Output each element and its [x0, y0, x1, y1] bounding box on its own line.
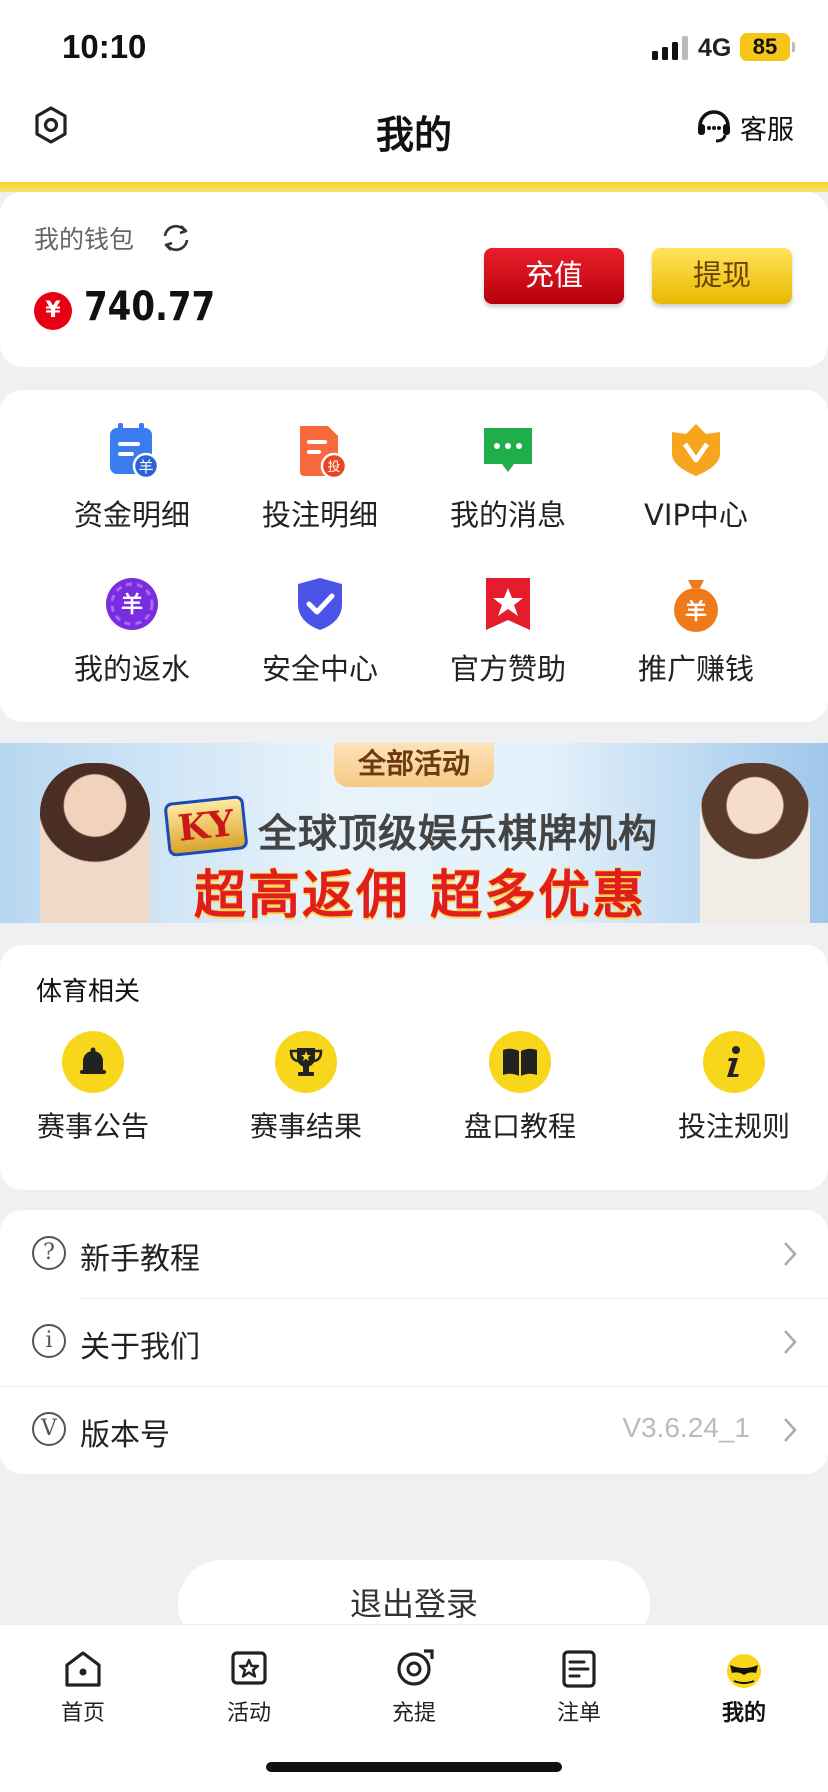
bell-icon: [62, 1031, 124, 1093]
sports-item-label: 盘口教程: [463, 1110, 576, 1143]
withdraw-button[interactable]: 提现: [652, 248, 792, 304]
sports-item-tutorial[interactable]: 盘口教程: [420, 1031, 620, 1145]
shortcut-promote-earn[interactable]: 羊 推广赚钱: [602, 574, 790, 688]
network-type: 4G: [698, 34, 732, 62]
tab-label: 活动: [226, 1701, 271, 1726]
info-icon: [703, 1031, 765, 1093]
signal-icon: [652, 36, 688, 60]
sports-item-results[interactable]: 赛事结果: [206, 1031, 406, 1145]
status-time: 10:10: [62, 28, 147, 65]
banner-slogan: 超高返佣 超多优惠: [194, 866, 647, 923]
tab-home[interactable]: 首页: [23, 1647, 143, 1727]
recharge-button[interactable]: 充值: [484, 248, 624, 304]
sports-item-label: 赛事结果: [249, 1110, 362, 1143]
banner-tag: 全部活动: [334, 743, 494, 787]
shortcuts-card: 羊 资金明细 投 投注明细 我的消息 VIP中心 羊 我的返水 安全中心 官方赞…: [0, 390, 828, 722]
tab-deposit-withdraw[interactable]: 充提: [354, 1647, 474, 1727]
sports-item-label: 投注规则: [677, 1110, 790, 1143]
shortcut-security-center[interactable]: 安全中心: [226, 574, 414, 688]
battery-icon: 85: [740, 33, 790, 61]
money-bag-icon: 羊: [674, 580, 718, 632]
yen-icon: ¥: [34, 292, 72, 330]
shortcut-label: 官方赞助: [449, 652, 566, 686]
chevron-right-icon: [782, 1416, 798, 1448]
tab-label: 充提: [391, 1701, 436, 1726]
wallet-label: 我的钱包: [34, 225, 135, 254]
svg-text:羊: 羊: [121, 592, 143, 618]
shortcut-fund-details[interactable]: 羊 资金明细: [38, 420, 226, 534]
shortcut-bet-details[interactable]: 投 投注明细: [226, 420, 414, 534]
refresh-icon[interactable]: [160, 222, 192, 258]
shortcut-label: 投注明细: [261, 498, 378, 532]
shortcut-label: VIP中心: [644, 498, 748, 532]
shortcut-sponsor[interactable]: 官方赞助: [414, 574, 602, 688]
trophy-icon: [275, 1031, 337, 1093]
list-item-version[interactable]: V 版本号 V3.6.24_1: [0, 1386, 828, 1474]
tab-mine[interactable]: 我的: [684, 1647, 804, 1727]
tab-activities[interactable]: 活动: [189, 1647, 309, 1727]
banner-headline: 全球顶级娱乐棋牌机构: [258, 812, 659, 857]
shortcut-messages[interactable]: 我的消息: [414, 420, 602, 534]
bet-details-icon: 投: [300, 426, 348, 480]
version-value: V3.6.24_1: [622, 1412, 750, 1443]
shortcut-label: 我的返水: [73, 652, 190, 686]
shortcut-label: 推广赚钱: [637, 652, 754, 686]
list-item-label: 新手教程: [80, 1242, 200, 1277]
shield-check-icon: [298, 578, 342, 630]
home-indicator: [266, 1762, 562, 1772]
headset-icon: [694, 104, 734, 151]
section-title: 体育相关: [36, 977, 141, 1007]
banner-model-right: [700, 763, 810, 923]
svg-text:投: 投: [327, 459, 340, 475]
svg-text:羊: 羊: [685, 599, 707, 625]
info-circle-icon: i: [32, 1324, 66, 1358]
bet-slip-icon: [562, 1650, 596, 1688]
settings-list: ? 新手教程 i 关于我们 V 版本号 V3.6.24_1: [0, 1210, 828, 1474]
shortcut-rebate[interactable]: 羊 我的返水: [38, 574, 226, 688]
fund-details-icon: 羊: [110, 423, 160, 480]
svg-text:羊: 羊: [138, 458, 153, 476]
list-item-beginner-tutorial[interactable]: ? 新手教程: [0, 1210, 828, 1298]
version-icon: V: [32, 1412, 66, 1446]
status-bar: 10:10 4G 85: [0, 0, 828, 92]
list-item-about-us[interactable]: i 关于我们: [0, 1298, 828, 1386]
header: 我的 客服: [0, 92, 828, 184]
customer-service-label: 客服: [740, 115, 794, 146]
rebate-icon: 羊: [106, 578, 158, 630]
wallet-card: 我的钱包 ¥ 740.77 充值 提现: [0, 192, 828, 367]
chevron-right-icon: [782, 1240, 798, 1272]
promo-banner[interactable]: 全部活动 KY 全球顶级娱乐棋牌机构 超高返佣 超多优惠: [0, 743, 828, 923]
tab-label: 首页: [60, 1701, 105, 1726]
wallet-balance: 740.77: [84, 284, 216, 330]
tab-bet-slips[interactable]: 注单: [519, 1647, 639, 1727]
home-icon: [65, 1651, 101, 1687]
list-item-label: 版本号: [80, 1418, 170, 1453]
sponsor-star-icon: [486, 578, 530, 630]
ky-logo: KY: [163, 794, 249, 858]
shortcut-vip-center[interactable]: VIP中心: [602, 420, 790, 534]
sports-item-label: 赛事公告: [36, 1110, 149, 1143]
shortcut-label: 资金明细: [73, 498, 190, 532]
sports-item-rules[interactable]: 投注规则: [634, 1031, 828, 1145]
vip-crown-icon: [672, 424, 720, 476]
profile-mascot-icon: [727, 1654, 761, 1688]
deposit-icon: [397, 1649, 434, 1686]
question-icon: ?: [32, 1236, 66, 1270]
message-icon: [484, 428, 532, 472]
shortcut-label: 安全中心: [261, 652, 378, 686]
customer-service-button[interactable]: 客服: [694, 104, 794, 151]
chevron-right-icon: [782, 1328, 798, 1360]
battery-tip: [792, 42, 795, 52]
book-icon: [489, 1031, 551, 1093]
tab-label: 注单: [556, 1701, 601, 1726]
activity-star-icon: [231, 1651, 267, 1685]
tab-label: 我的: [721, 1701, 766, 1726]
list-item-label: 关于我们: [80, 1330, 200, 1365]
shortcut-label: 我的消息: [449, 498, 566, 532]
header-accent-line: [0, 182, 828, 192]
banner-model-left: [40, 763, 150, 923]
sports-item-announcements[interactable]: 赛事公告: [0, 1031, 193, 1145]
sports-card: 体育相关 赛事公告 赛事结果 盘口教程 投注规则: [0, 945, 828, 1190]
